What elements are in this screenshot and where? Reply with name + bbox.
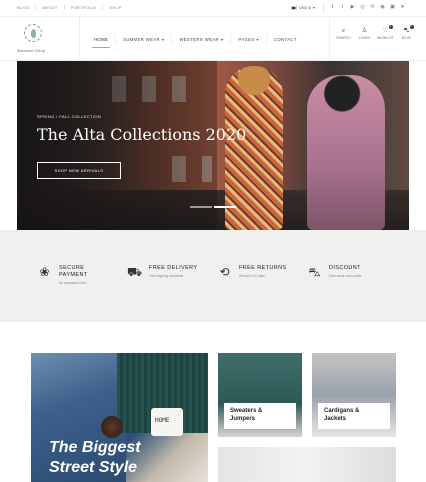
cart-total: $0.00: [402, 36, 411, 40]
logo-text[interactable]: Blossom Shop: [17, 48, 45, 53]
collection-label: Cardigans & Jackets: [318, 403, 390, 429]
divider: [115, 34, 117, 44]
collection-sweaters-jumpers[interactable]: Sweaters & Jumpers: [218, 353, 302, 437]
main-nav: HOME SUMMER WEAR ▾ WESTERN WEAR ▾ PAGES ▾ C…: [89, 34, 302, 48]
feature-title: DISCOUNT: [329, 265, 361, 271]
top-link-shop[interactable]: SHOP: [103, 5, 128, 10]
wishlist-button[interactable]: ♡ 0 WISHLIST: [375, 25, 396, 40]
chevron-down-icon: ▾: [220, 36, 224, 42]
header-tools: ⌕ SEARCH ♙ LOGIN ♡ 0 WISHLIST ⛍ 0 $0.00: [333, 25, 417, 40]
wishlist-count-badge: 0: [388, 25, 393, 29]
chevron-down-icon: ▾: [161, 36, 165, 42]
cart-icon: ⛍ 0: [403, 25, 414, 34]
search-icon: ⌕: [341, 28, 346, 34]
delivery-truck-icon: ⛟: [127, 265, 143, 279]
collection-label-line: Jackets: [324, 416, 347, 422]
us-flag-icon: [291, 5, 297, 10]
money-bag-icon: ❀: [39, 265, 50, 279]
collection-label-line: Cardigans &: [324, 408, 360, 414]
divider: [266, 34, 268, 44]
street-style-title: The Biggest Street Style: [49, 438, 141, 478]
nav-pages[interactable]: PAGES ▾: [233, 34, 264, 44]
model-woman-pink-suit: [307, 75, 385, 230]
divider: [171, 34, 173, 44]
login-button[interactable]: ♙ LOGIN: [354, 28, 375, 40]
street-style-title-line: Street Style: [49, 459, 138, 476]
feature-title: FREE RETURNS: [239, 265, 287, 271]
cart-count-badge: 0: [409, 25, 414, 29]
top-link-about[interactable]: ABOUT: [36, 5, 65, 10]
user-icon: ♙: [361, 28, 368, 34]
collection-cardigans-jackets[interactable]: Cardigans & Jackets: [312, 353, 396, 437]
feature-desc: Refund in 10 days: [239, 274, 265, 278]
feature-discount: ⛍ DISCOUNT Earn deals every week: [307, 265, 361, 280]
search-label: SEARCH: [336, 36, 351, 40]
divider: [329, 17, 330, 61]
feature-title: FREE DELIVERY: [149, 265, 198, 271]
youtube-icon[interactable]: ▶: [350, 4, 355, 10]
feature-desc: Earn deals every week: [329, 274, 362, 278]
slide-dot-active[interactable]: [214, 206, 236, 208]
feature-free-returns: ⟲ FREE RETURNS Refund in 10 days: [217, 265, 287, 280]
feature-desc: No transaction fees: [59, 281, 87, 285]
facebook-icon[interactable]: f: [330, 4, 335, 10]
wishlist-label: WISHLIST: [377, 36, 394, 40]
search-button[interactable]: ⌕ SEARCH: [333, 28, 354, 40]
collection-label: Sweaters & Jumpers: [224, 403, 296, 429]
nav-label: PAGES: [238, 36, 255, 42]
hero-title: The Alta Collections 2020: [37, 125, 247, 144]
nav-western-wear[interactable]: WESTERN WEAR ▾: [174, 34, 228, 44]
nav-contact[interactable]: CONTACT: [269, 34, 302, 44]
twitter-icon[interactable]: t: [340, 4, 345, 10]
currency-selector[interactable]: USD $ ▾: [291, 5, 315, 10]
hero-subtitle: SPRING / FALL COLLECTION: [37, 114, 102, 119]
feature-desc: Free shipping worldwide: [149, 274, 184, 278]
logo-icon[interactable]: [24, 24, 42, 42]
hero-slider[interactable]: [17, 61, 409, 230]
pinterest-p-icon[interactable]: ◉: [380, 4, 385, 10]
collection-label-line: Jumpers: [230, 416, 256, 422]
nav-label: SUMMER WEAR: [123, 36, 160, 42]
mug-image: HOME: [151, 408, 183, 436]
slider-pagination: [190, 206, 236, 208]
nav-label: WESTERN WEAR: [179, 36, 219, 42]
login-label: LOGIN: [359, 36, 370, 40]
nav-summer-wear[interactable]: SUMMER WEAR ▾: [118, 34, 169, 44]
feature-title: SECURE: [59, 265, 85, 271]
divider: [230, 34, 232, 44]
pinterest-icon[interactable]: ℗: [370, 4, 375, 10]
hero-overlay: [17, 61, 217, 230]
feature-title: PAYMENT: [59, 272, 88, 278]
cart-discount-icon: ⛍: [308, 265, 321, 279]
chevron-down-icon: ▾: [256, 36, 260, 42]
street-style-title-line: The Biggest: [49, 439, 141, 456]
instagram-icon[interactable]: ◎: [360, 4, 365, 10]
nav-label: HOME: [94, 36, 109, 42]
divider: [79, 17, 80, 61]
collection-label-line: Sweaters &: [230, 408, 263, 414]
telegram-icon[interactable]: ➤: [400, 4, 405, 10]
nav-home[interactable]: HOME: [89, 34, 113, 48]
top-link-blog[interactable]: BLOG: [17, 5, 37, 10]
mug-text: HOME: [155, 417, 170, 424]
chevron-down-icon: ▾: [312, 5, 315, 10]
slide-dot[interactable]: [190, 206, 212, 208]
feature-free-delivery: ⛟ FREE DELIVERY Free shipping worldwide: [127, 265, 198, 280]
divider: [323, 4, 324, 12]
collection-banner[interactable]: [218, 447, 396, 482]
heart-icon: ♡ 0: [382, 25, 393, 34]
nav-label: CONTACT: [274, 36, 297, 42]
currency-label: USD $: [299, 5, 311, 10]
returns-icon: ⟲: [219, 265, 230, 279]
cart-button[interactable]: ⛍ 0 $0.00: [396, 25, 417, 40]
coffee-beans-image: [101, 416, 123, 438]
social-links: f t ▶ ◎ ℗ ◉ ▣ ➤: [330, 4, 405, 10]
top-link-portfolio[interactable]: PORTFOLIO: [65, 5, 104, 10]
flickr-icon[interactable]: ▣: [390, 4, 395, 10]
shop-new-arrivals-button[interactable]: SHOP NEW ARRIVALS: [37, 162, 121, 179]
top-links: BLOG ABOUT PORTFOLIO SHOP: [17, 5, 128, 10]
feature-secure-payment: ❀ SECURE PAYMENT No transaction fees: [37, 265, 88, 285]
